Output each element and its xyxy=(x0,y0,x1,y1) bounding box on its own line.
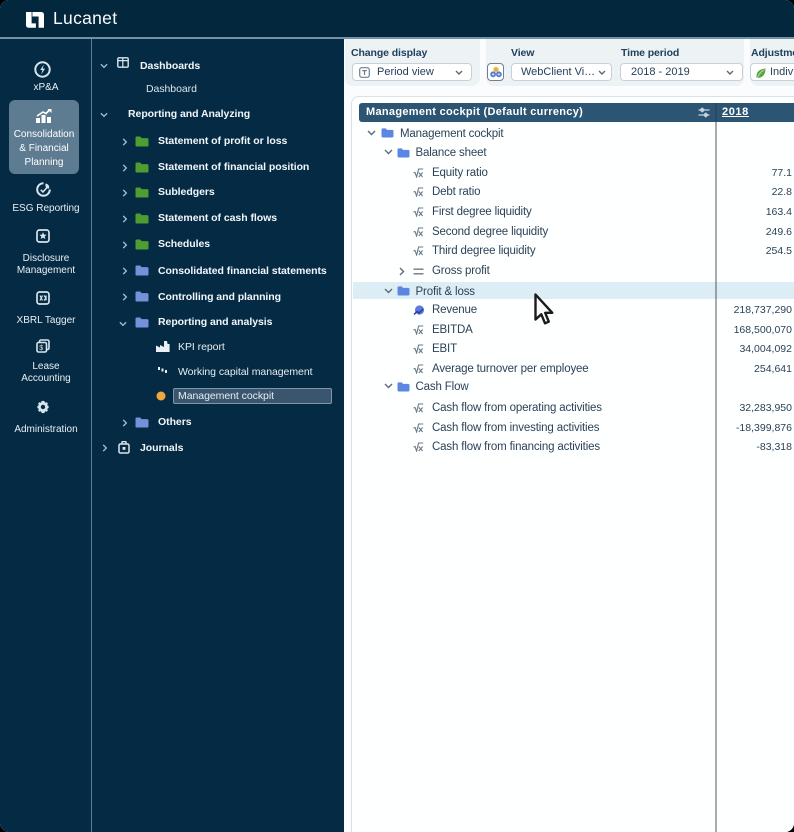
svg-text:$: $ xyxy=(39,345,43,352)
